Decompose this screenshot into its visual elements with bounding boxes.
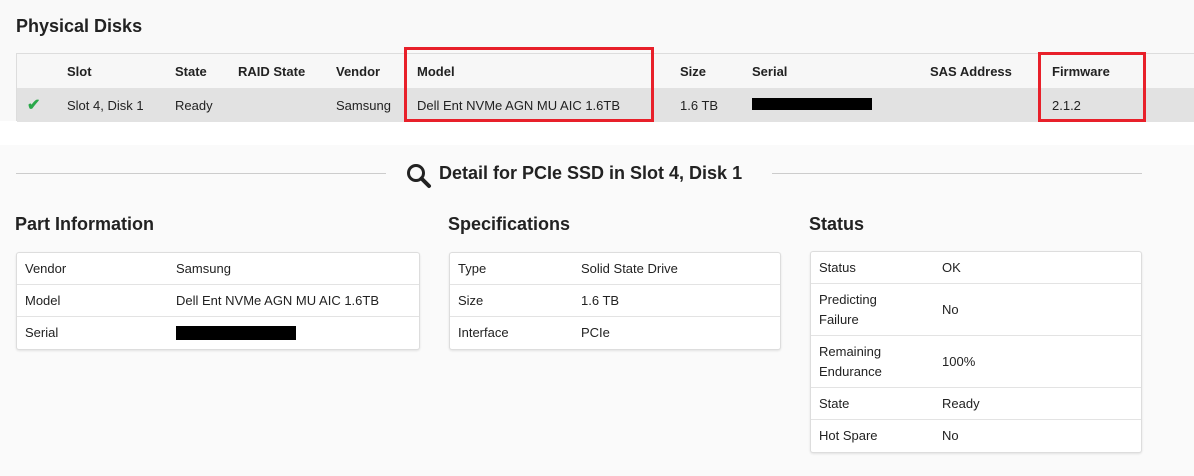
value: Dell Ent NVMe AGN MU AIC 1.6TB [176,292,380,308]
col-state[interactable]: State [175,64,207,79]
col-size[interactable]: Size [680,64,706,79]
cell-state: Ready [175,98,213,113]
col-sas-address[interactable]: SAS Address [930,64,1012,79]
value: No [942,428,959,443]
label: Remaining Endurance [819,343,882,379]
part-info-title: Part Information [15,214,155,234]
status-card: Status OK Predicting Failure No Remaining … [810,251,1142,453]
serial-redacted [176,326,296,340]
specs-card: Type Solid State Drive Size 1.6 TB Interfa… [449,252,781,350]
specs-row: Type Solid State Drive [450,253,780,285]
part-info-card: Vendor Samsung Model Dell Ent NVMe AGN MU … [16,252,420,350]
label: Predicting Failure [819,291,877,327]
label: Type [458,260,487,276]
status-row: Hot Spare No [811,420,1141,452]
specs-row: Interface PCIe [450,317,780,349]
cell-vendor: Samsung [336,98,391,113]
label: Model [25,292,61,308]
specs-title: Specifications [448,214,571,234]
cell-serial-redacted [752,98,872,110]
value: 1.6 TB [581,292,620,308]
physical-disks-title: Physical Disks [16,16,143,36]
label: Hot Spare [819,428,878,443]
col-raid-state[interactable]: RAID State [238,64,305,79]
status-title: Status [809,214,865,234]
cell-size: 1.6 TB [680,98,719,113]
divider-right [772,173,1142,174]
label: Vendor [25,260,67,276]
label: Interface [458,325,509,340]
part-info-row: Serial [17,317,419,349]
status-row: Remaining Endurance 100% [811,336,1141,388]
check-icon: ✔ [27,97,41,114]
label: Status [819,259,856,275]
part-info-row: Vendor Samsung [17,253,419,285]
specs-row: Size 1.6 TB [450,285,780,317]
value: Ready [942,395,980,411]
label: State [819,395,850,411]
value: Solid State Drive [581,260,678,276]
part-info-row: Model Dell Ent NVMe AGN MU AIC 1.6TB [17,285,419,317]
value: OK [942,259,961,275]
status-row: Predicting Failure No [811,284,1141,336]
col-vendor[interactable]: Vendor [336,64,380,79]
separator-strip [0,121,1194,145]
value: PCIe [581,325,610,340]
value: No [942,301,959,317]
status-row: Status OK [811,252,1141,284]
value: 100% [942,353,976,369]
col-serial[interactable]: Serial [752,64,787,79]
search-icon [407,164,431,188]
highlight-model [404,47,654,122]
divider-left [16,173,386,174]
value: Samsung [176,260,231,276]
col-slot[interactable]: Slot [67,64,92,79]
status-row: State Ready [811,388,1141,420]
label: Size [458,292,484,308]
cell-slot: Slot 4, Disk 1 [67,98,144,113]
detail-title: Detail for PCIe SSD in Slot 4, Disk 1 [439,163,743,183]
label: Serial [25,325,59,340]
highlight-firmware [1038,52,1146,122]
